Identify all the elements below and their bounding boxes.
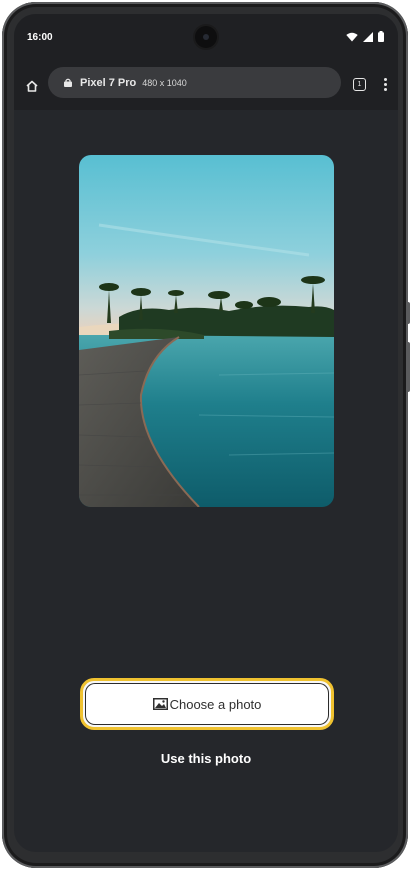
lock-icon — [64, 78, 72, 87]
device-frame: 16:00 Pixel 7 Pro 480 x 1040 1 Choose a … — [2, 2, 410, 868]
front-camera — [195, 26, 217, 48]
browser-toolbar: Pixel 7 Pro 480 x 1040 1 — [14, 62, 398, 110]
status-icons — [346, 31, 384, 42]
wifi-icon — [346, 32, 358, 42]
status-bar: 16:00 — [14, 14, 398, 62]
selected-photo — [79, 155, 334, 507]
choose-photo-button[interactable]: Choose a photo — [80, 678, 334, 730]
device-screen: 16:00 Pixel 7 Pro 480 x 1040 1 Choose a … — [14, 14, 398, 852]
volume-button — [406, 302, 410, 324]
choose-photo-label: Choose a photo — [169, 696, 262, 712]
url-bar[interactable]: Pixel 7 Pro 480 x 1040 — [48, 67, 341, 98]
power-button — [406, 342, 410, 392]
home-icon[interactable] — [20, 74, 44, 98]
use-photo-button[interactable]: Use this photo — [14, 751, 398, 766]
device-name: Pixel 7 Pro — [80, 76, 137, 89]
signal-icon — [363, 31, 373, 42]
image-icon — [152, 698, 168, 710]
more-vert-icon[interactable] — [380, 74, 390, 94]
status-time: 16:00 — [27, 32, 53, 43]
battery-icon — [378, 31, 384, 42]
tab-switcher-button[interactable]: 1 — [353, 78, 366, 91]
viewport-size: 480 x 1040 — [142, 77, 187, 88]
